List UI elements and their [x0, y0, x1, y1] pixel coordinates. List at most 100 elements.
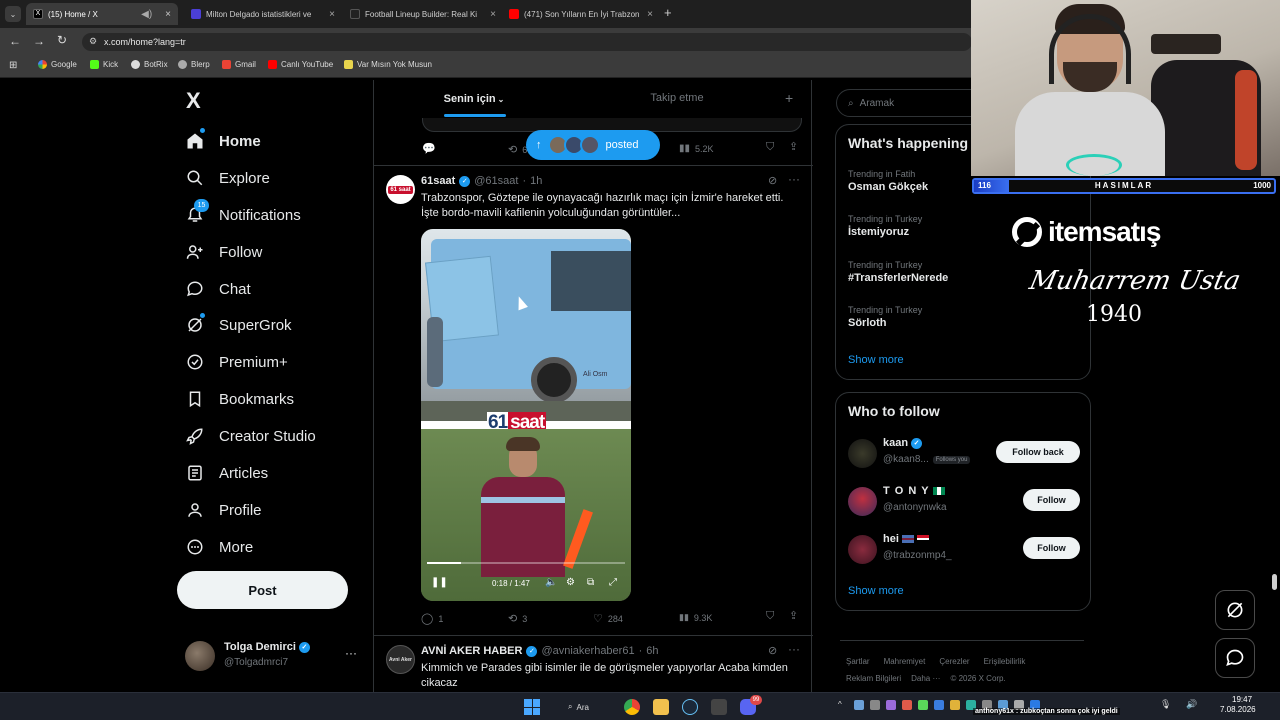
back-arrow-icon[interactable]: ←	[9, 34, 21, 48]
tray-app-icon[interactable]	[854, 700, 864, 710]
sidebar-item-home[interactable]: Home	[185, 128, 261, 154]
show-more-link[interactable]: Show more	[848, 585, 904, 597]
sidebar-item-profile[interactable]: Profile	[185, 497, 262, 523]
bookmark-botrix[interactable]: BotRix	[131, 60, 168, 69]
file-explorer-icon[interactable]	[653, 699, 669, 715]
retweet-count[interactable]: ⟲ 6	[508, 143, 527, 156]
author-handle[interactable]: @61saat	[474, 175, 518, 187]
bookmark-kick[interactable]: Kick	[90, 60, 118, 69]
views-button[interactable]: ▮▮ 9.3K	[679, 612, 712, 623]
grok-icon[interactable]: ⊘	[768, 174, 777, 187]
close-tab-icon[interactable]: ×	[165, 9, 171, 20]
post-time[interactable]: 6h	[646, 645, 658, 657]
pause-icon[interactable]: ❚❚	[431, 577, 448, 588]
footer-link[interactable]: Çerezler	[939, 657, 969, 666]
more-icon[interactable]: ···	[788, 642, 800, 656]
bookmark-icon[interactable]: ⛉	[766, 141, 774, 154]
video-progress[interactable]	[427, 562, 625, 564]
show-more-link[interactable]: Show more	[848, 354, 904, 366]
x-logo[interactable]: X	[186, 88, 201, 114]
browser-tab[interactable]: X (15) Home / X ◀) ×	[26, 3, 178, 25]
browser-tab[interactable]: Milton Delgado istatistikleri ve ×	[184, 3, 342, 25]
post-video[interactable]: Ali Osm 61 saat ❚❚ 0:18 / 1:47 🔈 ⚙ ⧉ ⤢	[421, 229, 631, 601]
steam-icon[interactable]	[682, 699, 698, 715]
footer-link[interactable]: Mahremiyet	[884, 657, 926, 666]
post-61saat[interactable]: 61 saat 61saat ✓ @61saat · 1h ⊘ ··· Trab…	[374, 166, 813, 636]
tab-senin-icin[interactable]: Senin için ⌄	[374, 80, 574, 118]
post-button[interactable]: Post	[177, 571, 348, 609]
tray-app-icon[interactable]	[934, 700, 944, 710]
close-tab-icon[interactable]: ×	[329, 9, 335, 20]
author-name[interactable]: 61saat	[421, 175, 455, 187]
browser-tab[interactable]: Football Lineup Builder: Real Ki ×	[343, 3, 503, 25]
sidebar-item-explore[interactable]: Explore	[185, 165, 270, 191]
footer-link[interactable]: Reklam Bilgileri	[846, 674, 901, 683]
pip-icon[interactable]: ⧉	[587, 577, 594, 588]
windows-start-icon[interactable]	[524, 699, 540, 715]
sidebar-item-premium[interactable]: Premium+	[185, 349, 288, 375]
volume-icon[interactable]: 🔈	[545, 577, 557, 588]
bookmark-blerp[interactable]: Blerp	[178, 60, 210, 69]
footer-link[interactable]: Erişilebilirlik	[984, 657, 1026, 666]
author-handle[interactable]: @avniakerhaber61	[541, 645, 634, 657]
clock-time[interactable]: 19:47	[1232, 695, 1252, 704]
new-posts-pill[interactable]: ↑ posted	[526, 130, 660, 160]
reload-icon[interactable]: ↻	[57, 33, 67, 47]
footer-link[interactable]: Daha ···	[911, 674, 940, 683]
follow-button[interactable]: Follow	[1023, 489, 1080, 511]
footer-link[interactable]: Şartlar	[846, 657, 870, 666]
account-switcher[interactable]: Tolga Demirci ✓ @Tolgadmrci7 ···	[185, 638, 363, 674]
follow-button[interactable]: Follow	[1023, 537, 1080, 559]
taskbar-search[interactable]: ⌕ Ara	[562, 698, 614, 716]
tray-app-icon[interactable]	[870, 700, 880, 710]
reply-button[interactable]: ◯ 1	[421, 612, 443, 625]
trend-item[interactable]: Trending in Fatih Osman Gökçek	[848, 169, 928, 193]
close-tab-icon[interactable]: ×	[647, 9, 653, 20]
sidebar-item-follow[interactable]: Follow	[185, 239, 262, 265]
tray-app-icon[interactable]	[918, 700, 928, 710]
follow-back-button[interactable]: Follow back	[996, 441, 1080, 463]
more-icon[interactable]: ···	[788, 172, 800, 186]
retweet-button[interactable]: ⟲ 3	[508, 612, 527, 625]
follow-suggestion[interactable]: hei @trabzonmp4_ Follow	[848, 533, 1084, 567]
sidebar-item-more[interactable]: More	[185, 534, 253, 560]
account-more-icon[interactable]: ···	[345, 646, 357, 660]
apps-grid-icon[interactable]: ⊞	[9, 60, 17, 71]
add-tab-icon[interactable]: +	[785, 90, 793, 106]
sidebar-item-articles[interactable]: Articles	[185, 460, 268, 486]
app-icon[interactable]	[711, 699, 727, 715]
tab-list-button[interactable]: ⌄	[5, 6, 21, 22]
page-scrollbar[interactable]	[1272, 574, 1277, 590]
chrome-icon[interactable]	[624, 699, 640, 715]
address-bar[interactable]: ⚙ x.com/home?lang=tr	[82, 33, 972, 51]
share-icon[interactable]: ⇪	[789, 609, 798, 622]
speaker-icon[interactable]: 🔊	[1186, 699, 1197, 710]
site-info-icon[interactable]: ⚙	[89, 36, 97, 47]
sidebar-item-creator-studio[interactable]: Creator Studio	[185, 423, 316, 449]
sidebar-item-supergrok[interactable]: SuperGrok	[185, 312, 292, 338]
tray-chevron-icon[interactable]: ^	[838, 700, 848, 712]
bookmark-google[interactable]: Google	[38, 60, 77, 69]
grok-icon[interactable]	[1215, 590, 1255, 630]
tray-app-icon[interactable]	[950, 700, 960, 710]
view-count[interactable]: ▮▮ 5.2K	[679, 143, 714, 154]
new-tab-button[interactable]: +	[664, 5, 672, 20]
bookmark-var-misin[interactable]: Var Mısın Yok Musun	[344, 60, 432, 69]
reply-icon[interactable]: 💬	[422, 142, 436, 155]
trend-item[interactable]: Trending in Turkey Sörloth	[848, 305, 922, 329]
tray-app-icon[interactable]	[902, 700, 912, 710]
trend-item[interactable]: Trending in Turkey İstemiyoruz	[848, 214, 922, 238]
author-name[interactable]: AVNİ AKER HABER	[421, 645, 522, 657]
tray-app-icon[interactable]	[886, 700, 896, 710]
forward-arrow-icon[interactable]: →	[33, 34, 45, 48]
post-time[interactable]: 1h	[530, 175, 542, 187]
sidebar-item-notifications[interactable]: 15 Notifications	[185, 199, 301, 228]
bookmark-icon[interactable]: ⛉	[766, 610, 774, 623]
like-button[interactable]: ♡ 284	[593, 612, 623, 625]
close-tab-icon[interactable]: ×	[490, 9, 496, 20]
follow-suggestion[interactable]: T O N Y @antonynwka Follow	[848, 485, 1084, 519]
trend-item[interactable]: Trending in Turkey #TransferlerNerede	[848, 260, 948, 284]
settings-icon[interactable]: ⚙	[566, 577, 575, 588]
sidebar-item-bookmarks[interactable]: Bookmarks	[185, 386, 294, 412]
browser-tab[interactable]: (471) Son Yılların En İyi Trabzon ×	[502, 3, 660, 25]
